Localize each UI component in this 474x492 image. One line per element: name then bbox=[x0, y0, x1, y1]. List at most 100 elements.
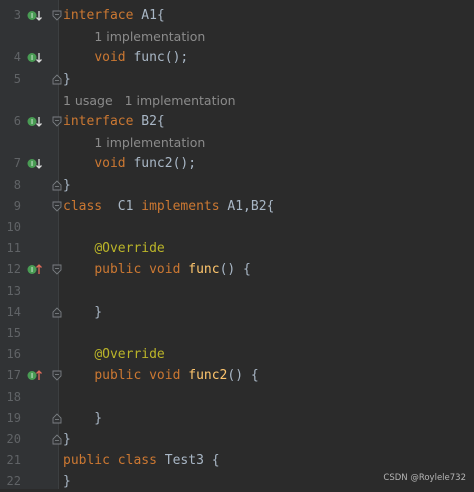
code-line: 21 public class Test3 { bbox=[0, 450, 474, 471]
keyword-token: interface bbox=[63, 114, 134, 129]
code-token: B2{ bbox=[133, 114, 165, 129]
line-number: 19 bbox=[6, 410, 21, 425]
code-token: A1{ bbox=[133, 8, 165, 23]
line-number: 21 bbox=[6, 453, 21, 468]
inlay-hint[interactable]: 1 usage 1 implementation bbox=[63, 90, 236, 111]
line-number: 8 bbox=[13, 177, 21, 192]
code-text[interactable]: @Override bbox=[63, 238, 164, 259]
keyword-token: public bbox=[94, 368, 142, 384]
code-line: 8} bbox=[0, 175, 474, 196]
line-number: 7 bbox=[13, 156, 21, 171]
svg-text:I: I bbox=[31, 266, 33, 274]
fold-open-icon[interactable] bbox=[52, 264, 62, 276]
fold-end-icon[interactable] bbox=[52, 434, 62, 445]
code-line: 3 Iinterface A1{ bbox=[0, 5, 474, 26]
code-text[interactable]: void func(); bbox=[63, 47, 188, 68]
implemented-icon[interactable]: I bbox=[27, 157, 42, 170]
code-line: 17 I public void func2() { bbox=[0, 365, 474, 386]
svg-text:I: I bbox=[31, 160, 33, 168]
fold-open-icon[interactable] bbox=[52, 201, 62, 212]
line-number: 13 bbox=[6, 283, 21, 298]
line-number: 12 bbox=[6, 262, 21, 277]
implemented-icon[interactable]: I bbox=[27, 115, 42, 128]
keyword-token: class bbox=[117, 453, 157, 469]
code-text[interactable]: public class Test3 { bbox=[63, 450, 220, 471]
code-line: 6 Iinterface B2{ bbox=[0, 111, 474, 132]
line-number: 16 bbox=[6, 347, 21, 362]
line-number: 3 bbox=[13, 8, 21, 22]
code-line: 11 @Override bbox=[0, 238, 474, 259]
code-line: 16 @Override bbox=[0, 344, 474, 365]
code-line: 10 bbox=[0, 217, 474, 238]
svg-text:I: I bbox=[31, 12, 33, 20]
code-text[interactable]: interface B2{ bbox=[63, 111, 165, 132]
inlay-hint-row: 1 usage 1 implementation bbox=[0, 90, 474, 111]
keyword-token: public bbox=[63, 453, 110, 469]
keyword-token: implements bbox=[141, 198, 220, 214]
keyword-token: void bbox=[94, 50, 126, 66]
fold-end-icon[interactable] bbox=[52, 413, 62, 424]
line-number: 10 bbox=[6, 220, 21, 234]
line-number: 11 bbox=[6, 241, 21, 256]
implements-icon[interactable]: I bbox=[27, 369, 42, 382]
code-text[interactable]: } bbox=[63, 408, 102, 429]
line-number: 6 bbox=[13, 114, 21, 128]
inlay-hint[interactable]: 1 implementation bbox=[94, 26, 205, 47]
code-token: } bbox=[63, 71, 71, 87]
code-text[interactable]: } bbox=[63, 69, 71, 90]
code-line: 4 I void func(); bbox=[0, 47, 474, 68]
fold-open-icon[interactable] bbox=[52, 370, 62, 382]
fold-open-icon[interactable] bbox=[52, 10, 62, 21]
code-text[interactable]: } bbox=[63, 175, 71, 196]
line-number: 9 bbox=[13, 198, 21, 213]
implemented-icon[interactable]: I bbox=[27, 9, 42, 22]
fold-end-icon[interactable] bbox=[52, 179, 62, 191]
inlay-hint-row: 1 implementation bbox=[0, 26, 474, 47]
code-text[interactable]: class C1 implements A1,B2{ bbox=[63, 196, 274, 217]
method-name-token: func2 bbox=[133, 156, 173, 172]
code-token: } bbox=[63, 474, 71, 490]
code-line: 15 bbox=[0, 323, 474, 344]
code-token: } bbox=[63, 304, 103, 320]
fold-end-icon[interactable] bbox=[52, 73, 62, 85]
code-line: 7 I void func2(); bbox=[0, 153, 474, 174]
code-token: } bbox=[63, 410, 103, 426]
keyword-token: class bbox=[63, 198, 103, 214]
method-name-token: func bbox=[133, 50, 165, 66]
implemented-icon[interactable]: I bbox=[27, 51, 42, 64]
code-line: 5} bbox=[0, 69, 474, 90]
code-token: } bbox=[63, 432, 71, 447]
code-text[interactable]: } bbox=[63, 429, 71, 450]
line-number: 20 bbox=[6, 432, 21, 446]
keyword-token: public bbox=[94, 262, 142, 278]
code-text[interactable]: @Override bbox=[63, 344, 164, 365]
code-token: (); bbox=[164, 50, 189, 66]
watermark: CSDN @Roylele732 bbox=[383, 473, 466, 483]
inlay-hint[interactable]: 1 implementation bbox=[94, 132, 205, 153]
implements-icon[interactable]: I bbox=[27, 263, 42, 276]
fold-open-icon[interactable] bbox=[52, 116, 62, 127]
fold-end-icon[interactable] bbox=[52, 307, 62, 318]
code-text[interactable]: void func2(); bbox=[63, 153, 196, 174]
code-token: (); bbox=[172, 156, 197, 172]
code-text[interactable]: interface A1{ bbox=[63, 5, 165, 26]
method-name-token: func bbox=[188, 262, 220, 278]
code-text[interactable]: public void func2() { bbox=[63, 365, 259, 386]
keyword-token: void bbox=[149, 262, 181, 278]
code-token: () { bbox=[227, 368, 259, 384]
code-line: 12 I public void func() { bbox=[0, 259, 474, 280]
code-line: 13 bbox=[0, 281, 474, 302]
keyword-token: void bbox=[94, 156, 126, 172]
code-text[interactable]: public void func() { bbox=[63, 259, 251, 280]
code-line: 14 } bbox=[0, 302, 474, 323]
code-text[interactable]: } bbox=[63, 302, 102, 323]
inlay-hint-row: 1 implementation bbox=[0, 132, 474, 153]
line-number: 18 bbox=[6, 389, 21, 404]
